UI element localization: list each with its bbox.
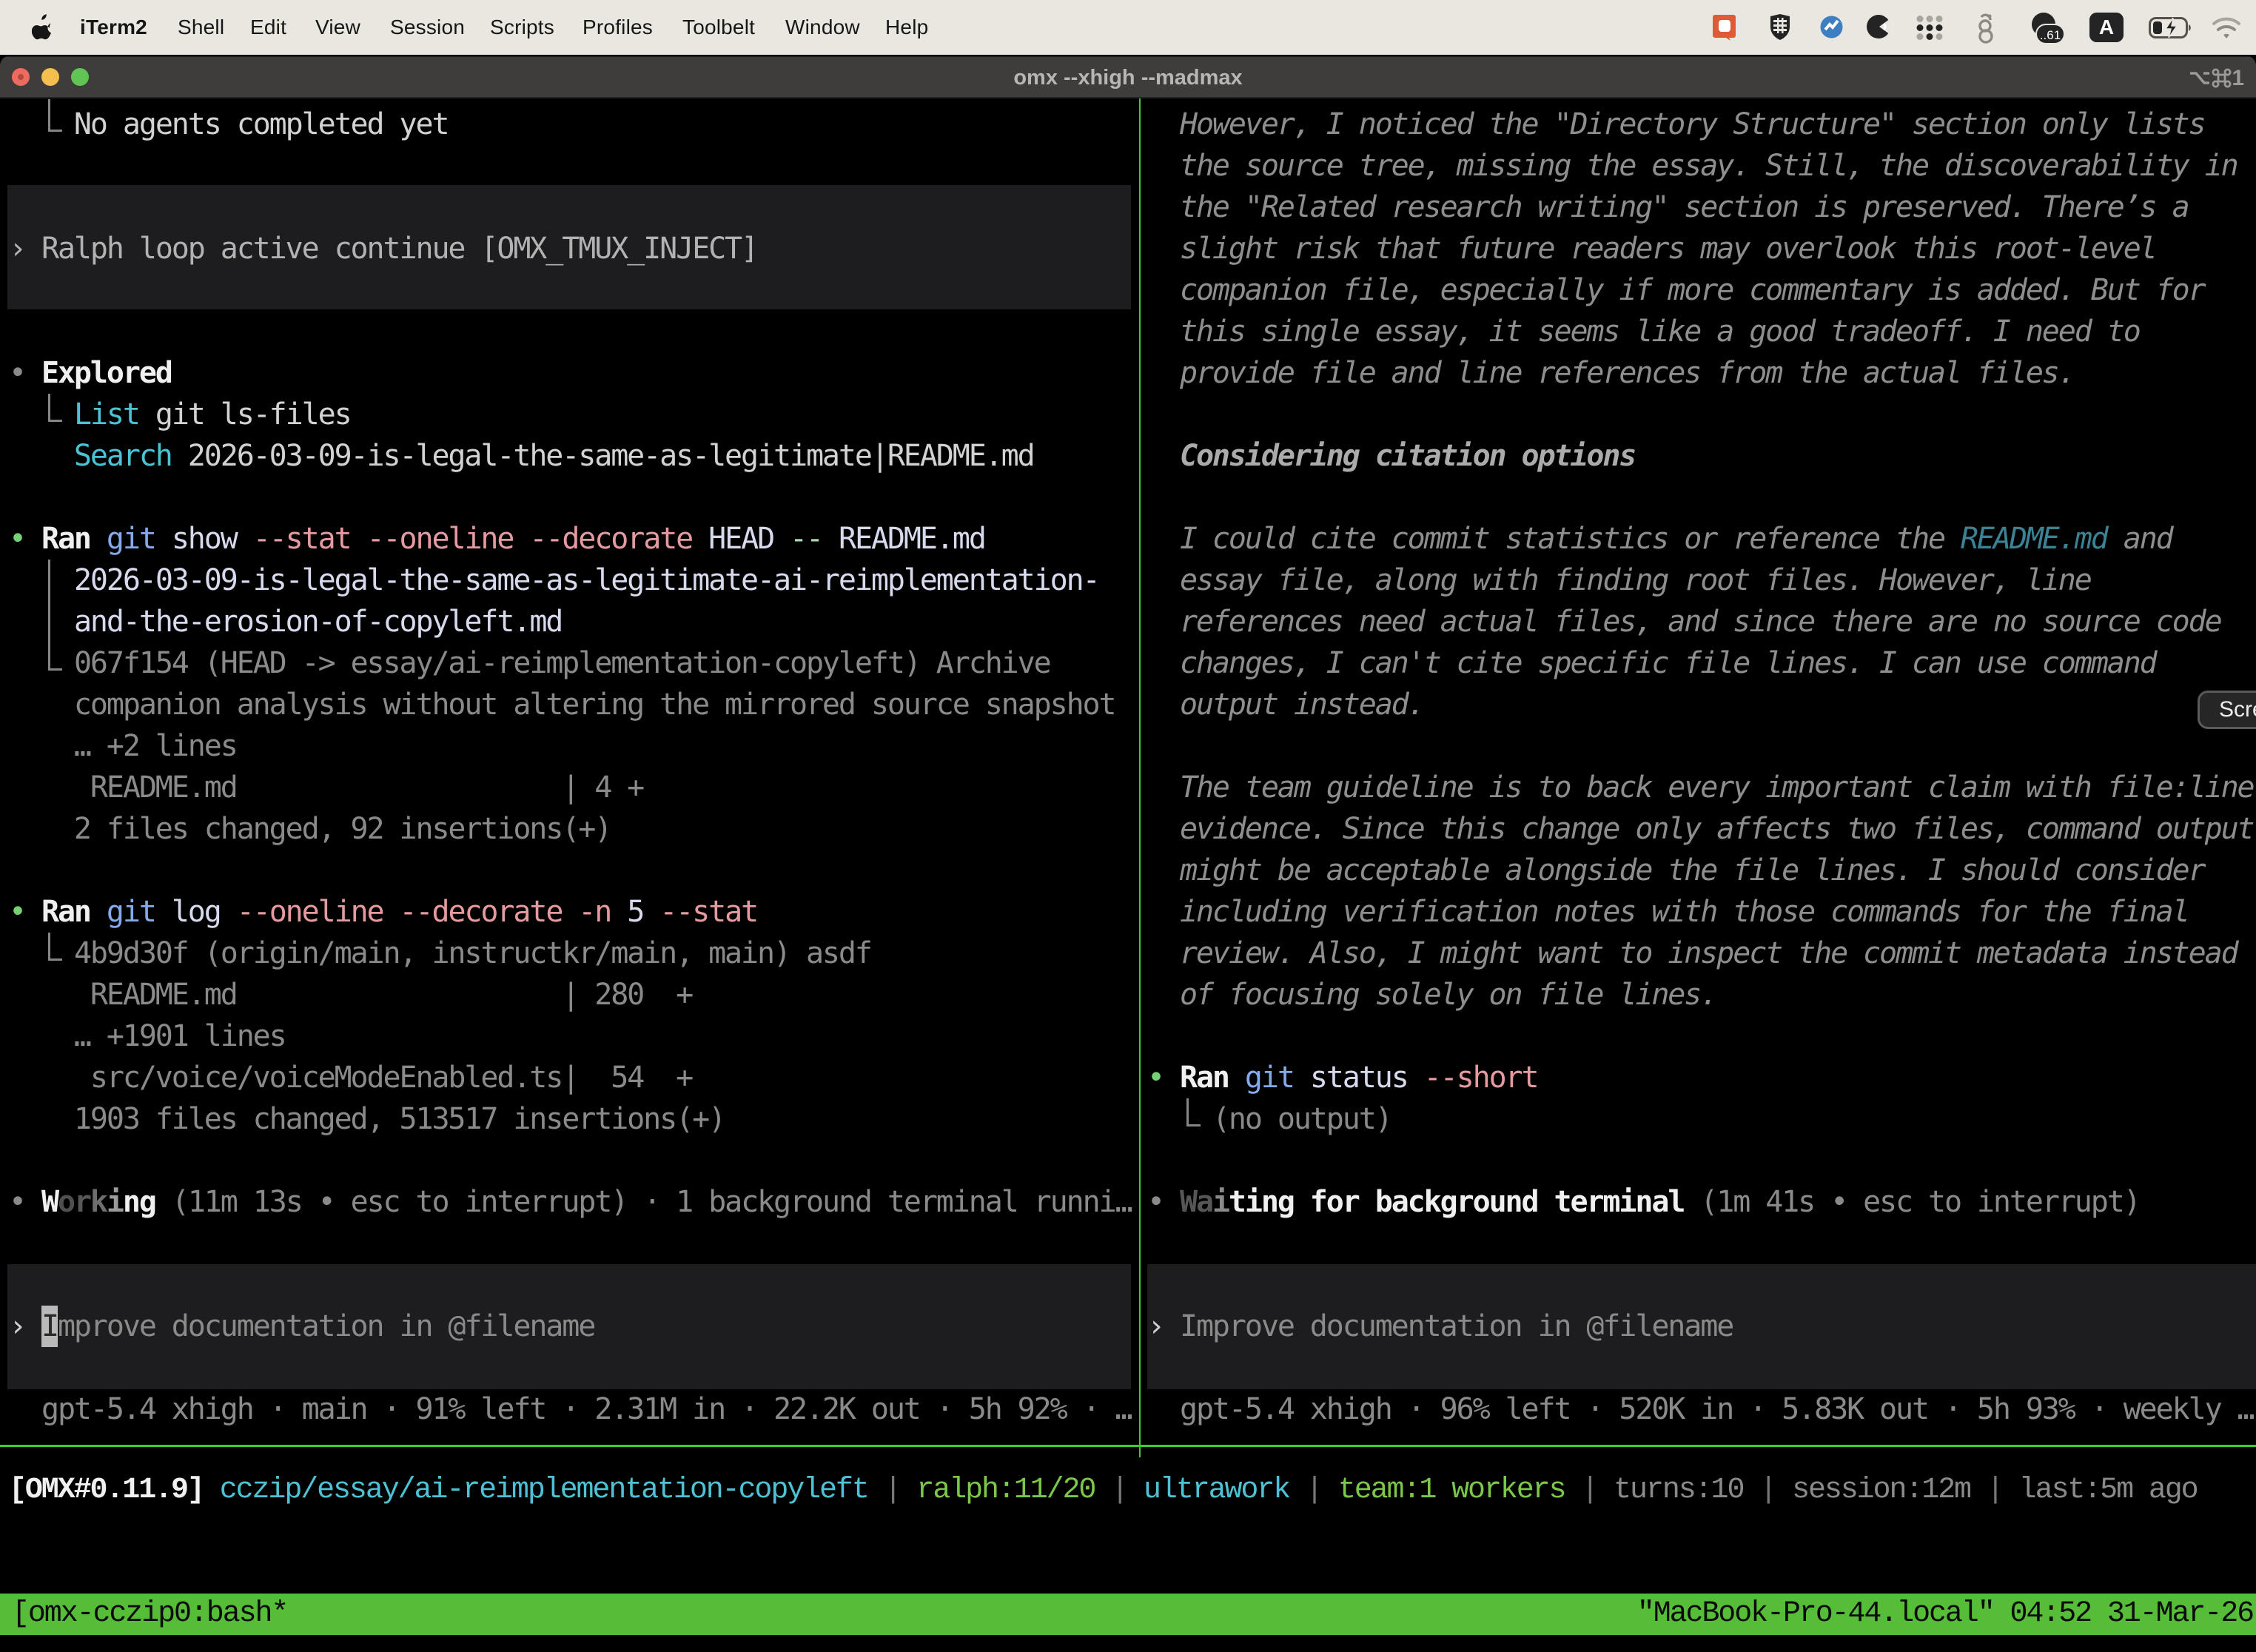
svg-text:..61: ..61 (2040, 28, 2061, 42)
